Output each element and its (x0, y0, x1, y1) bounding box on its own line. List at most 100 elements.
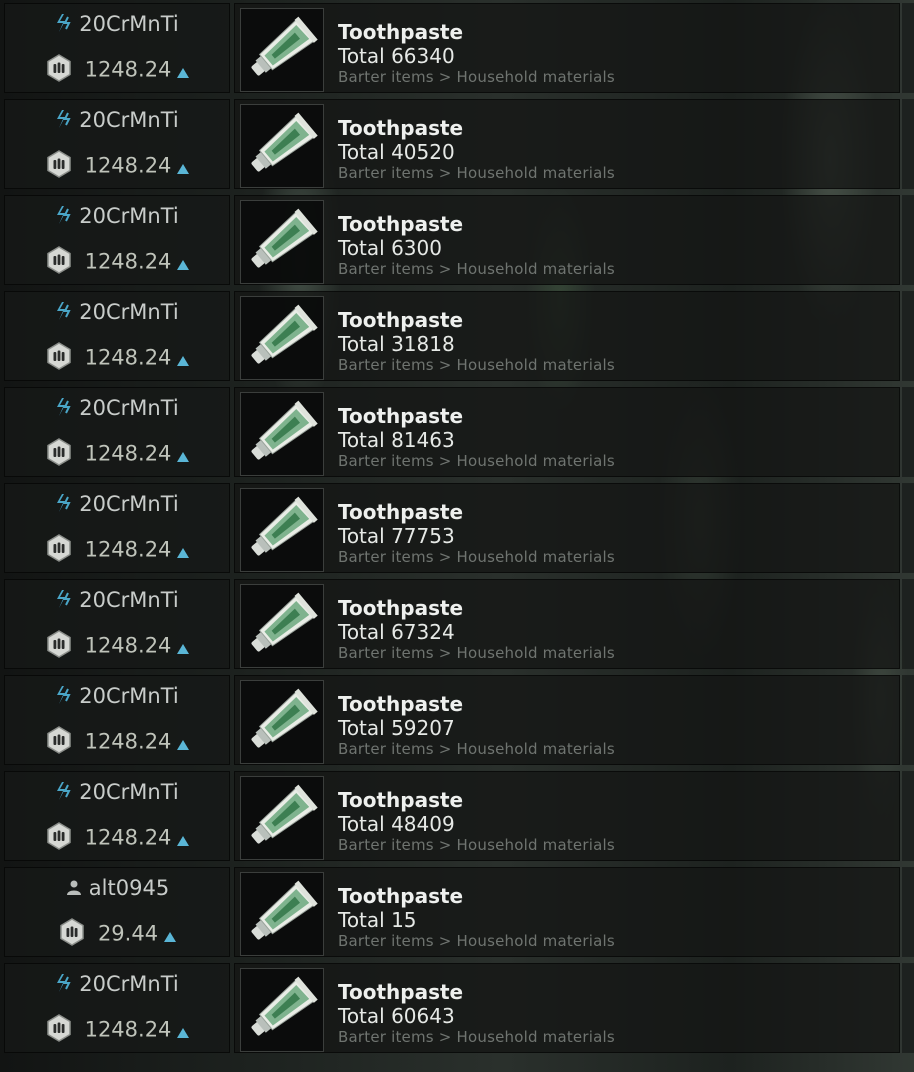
seller-name[interactable]: 20CrMnTi (79, 108, 178, 132)
toothpaste-tube-icon (251, 688, 318, 748)
item-cell[interactable]: Toothpaste Total 15 Barter items > House… (234, 867, 900, 957)
listing-row[interactable]: 20CrMnTi 1248.24 (0, 480, 914, 576)
item-cell[interactable]: Toothpaste Total 66340 Barter items > Ho… (234, 3, 900, 93)
item-category-breadcrumb: Barter items > Household materials (338, 548, 615, 566)
arrow-up-icon (177, 731, 190, 755)
seller-name[interactable]: 20CrMnTi (79, 300, 178, 324)
toothpaste-tube-icon (251, 976, 318, 1036)
seller-name[interactable]: 20CrMnTi (79, 204, 178, 228)
item-thumbnail[interactable] (240, 8, 324, 92)
seller-cell[interactable]: alt0945 29.44 (4, 867, 230, 957)
item-thumbnail[interactable] (240, 488, 324, 572)
seller-cell[interactable]: 20CrMnTi 1248.24 (4, 291, 230, 381)
currency-coin-icon (45, 54, 73, 87)
row-edge (902, 675, 914, 765)
seller-name[interactable]: 20CrMnTi (79, 972, 178, 996)
toothpaste-tube-icon (251, 496, 318, 556)
item-name[interactable]: Toothpaste (338, 21, 463, 43)
listing-row[interactable]: 20CrMnTi 1248.24 (0, 192, 914, 288)
listing-row[interactable]: alt0945 29.44 Toothpaste Total 15 Barter… (0, 864, 914, 960)
listing-row[interactable]: 20CrMnTi 1248.24 (0, 288, 914, 384)
listing-row[interactable]: 20CrMnTi 1248.24 (0, 960, 914, 1056)
item-name[interactable]: Toothpaste (338, 981, 463, 1003)
seller-cell[interactable]: 20CrMnTi 1248.24 (4, 483, 230, 573)
price-value: 29.44 (97, 921, 159, 946)
listing-row[interactable]: 20CrMnTi 1248.24 (0, 768, 914, 864)
lightning-bolt-icon (55, 781, 73, 806)
item-cell[interactable]: Toothpaste Total 48409 Barter items > Ho… (234, 771, 900, 861)
item-name[interactable]: Toothpaste (338, 885, 463, 907)
item-cell[interactable]: Toothpaste Total 67324 Barter items > Ho… (234, 579, 900, 669)
item-total: Total 77753 (338, 524, 455, 548)
row-edge (902, 387, 914, 477)
seller-name[interactable]: 20CrMnTi (79, 684, 178, 708)
toothpaste-tube-icon (251, 16, 318, 76)
item-thumbnail[interactable] (240, 872, 324, 956)
seller-cell[interactable]: 20CrMnTi 1248.24 (4, 579, 230, 669)
listing-row[interactable]: 20CrMnTi 1248.24 (0, 0, 914, 96)
toothpaste-tube-icon (251, 592, 318, 652)
item-total: Total 40520 (338, 140, 455, 164)
row-edge (902, 99, 914, 189)
item-thumbnail[interactable] (240, 104, 324, 188)
row-edge (902, 867, 914, 957)
lightning-bolt-icon (55, 109, 73, 134)
item-thumbnail[interactable] (240, 200, 324, 284)
listing-row[interactable]: 20CrMnTi 1248.24 (0, 576, 914, 672)
item-name[interactable]: Toothpaste (338, 597, 463, 619)
seller-cell[interactable]: 20CrMnTi 1248.24 (4, 195, 230, 285)
row-edge (902, 195, 914, 285)
price-value: 1248.24 (84, 729, 172, 754)
seller-cell[interactable]: 20CrMnTi 1248.24 (4, 387, 230, 477)
item-name[interactable]: Toothpaste (338, 213, 463, 235)
listing-row[interactable]: 20CrMnTi 1248.24 (0, 96, 914, 192)
seller-cell[interactable]: 20CrMnTi 1248.24 (4, 771, 230, 861)
item-cell[interactable]: Toothpaste Total 81463 Barter items > Ho… (234, 387, 900, 477)
item-name[interactable]: Toothpaste (338, 789, 463, 811)
price-value: 1248.24 (84, 633, 172, 658)
seller-name[interactable]: 20CrMnTi (79, 492, 178, 516)
seller-name[interactable]: 20CrMnTi (79, 396, 178, 420)
row-edge (902, 3, 914, 93)
seller-name[interactable]: 20CrMnTi (79, 588, 178, 612)
listing-row[interactable]: 20CrMnTi 1248.24 (0, 672, 914, 768)
item-category-breadcrumb: Barter items > Household materials (338, 164, 615, 182)
row-edge (902, 483, 914, 573)
arrow-up-icon (177, 1019, 190, 1043)
listing-row[interactable]: 20CrMnTi 1248.24 (0, 384, 914, 480)
item-cell[interactable]: Toothpaste Total 40520 Barter items > Ho… (234, 99, 900, 189)
lightning-bolt-icon (55, 685, 73, 710)
currency-coin-icon (45, 246, 73, 279)
currency-coin-icon (45, 726, 73, 759)
item-thumbnail[interactable] (240, 968, 324, 1052)
price-value: 1248.24 (84, 345, 172, 370)
item-thumbnail[interactable] (240, 680, 324, 764)
lightning-bolt-icon (55, 493, 73, 518)
item-cell[interactable]: Toothpaste Total 6300 Barter items > Hou… (234, 195, 900, 285)
seller-cell[interactable]: 20CrMnTi 1248.24 (4, 963, 230, 1053)
item-cell[interactable]: Toothpaste Total 31818 Barter items > Ho… (234, 291, 900, 381)
arrow-up-icon (177, 443, 190, 467)
seller-cell[interactable]: 20CrMnTi 1248.24 (4, 99, 230, 189)
seller-name[interactable]: 20CrMnTi (79, 12, 178, 36)
item-name[interactable]: Toothpaste (338, 117, 463, 139)
item-thumbnail[interactable] (240, 392, 324, 476)
item-name[interactable]: Toothpaste (338, 693, 463, 715)
seller-cell[interactable]: 20CrMnTi 1248.24 (4, 3, 230, 93)
item-thumbnail[interactable] (240, 776, 324, 860)
item-thumbnail[interactable] (240, 296, 324, 380)
seller-cell[interactable]: 20CrMnTi 1248.24 (4, 675, 230, 765)
item-thumbnail[interactable] (240, 584, 324, 668)
currency-coin-icon (45, 630, 73, 663)
item-category-breadcrumb: Barter items > Household materials (338, 740, 615, 758)
item-cell[interactable]: Toothpaste Total 77753 Barter items > Ho… (234, 483, 900, 573)
item-name[interactable]: Toothpaste (338, 501, 463, 523)
seller-name[interactable]: alt0945 (89, 876, 169, 900)
lightning-bolt-icon (55, 397, 73, 422)
item-cell[interactable]: Toothpaste Total 59207 Barter items > Ho… (234, 675, 900, 765)
item-cell[interactable]: Toothpaste Total 60643 Barter items > Ho… (234, 963, 900, 1053)
item-name[interactable]: Toothpaste (338, 405, 463, 427)
item-name[interactable]: Toothpaste (338, 309, 463, 331)
seller-name[interactable]: 20CrMnTi (79, 780, 178, 804)
row-edge (902, 579, 914, 669)
